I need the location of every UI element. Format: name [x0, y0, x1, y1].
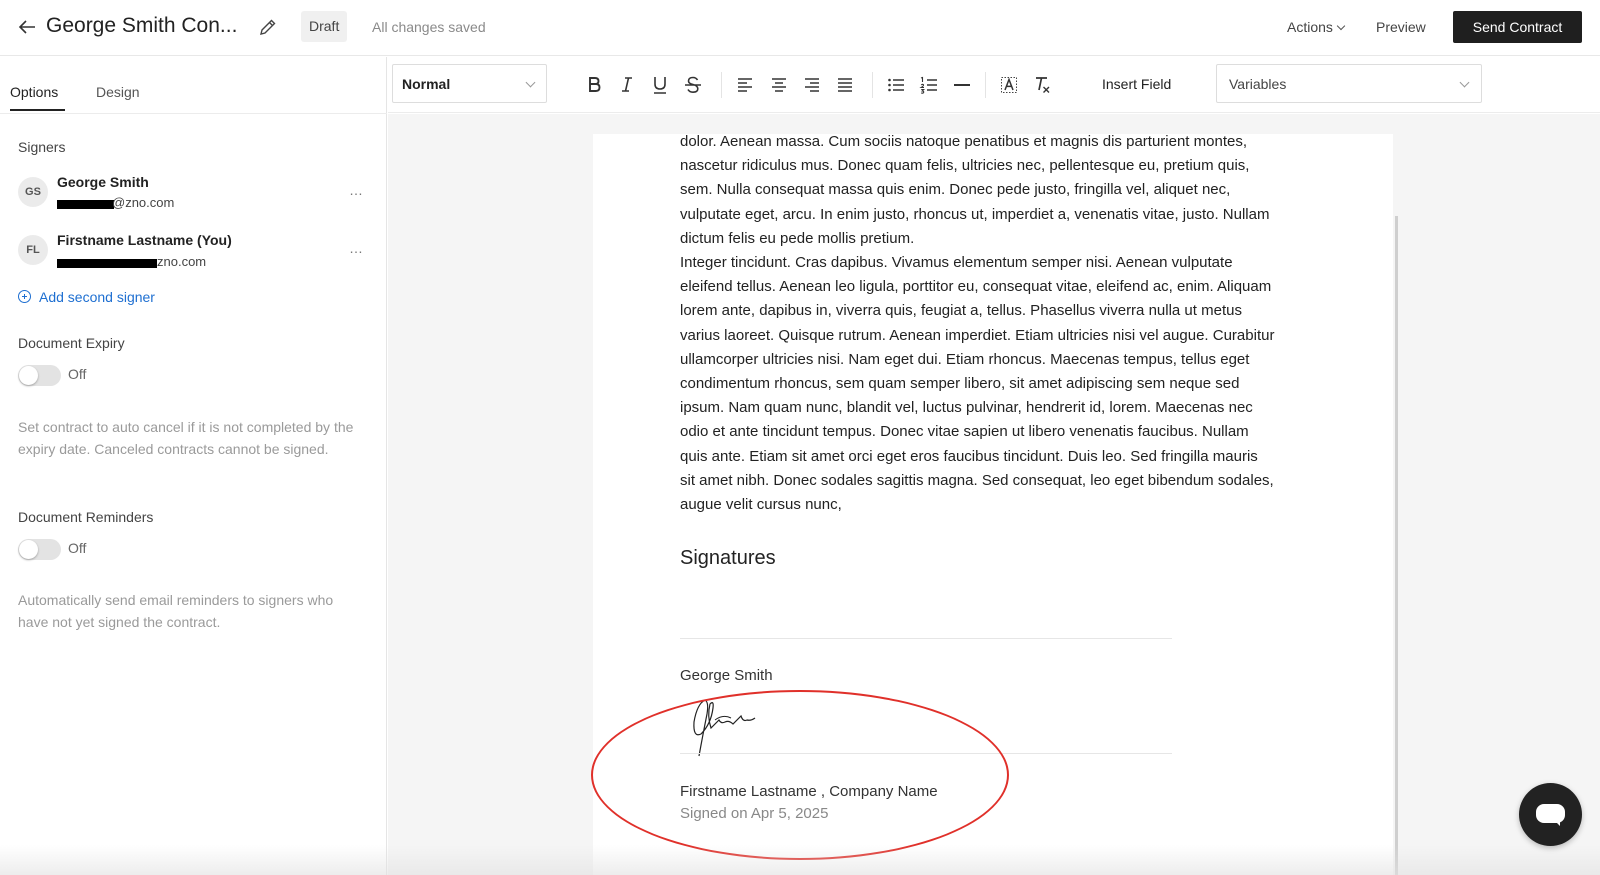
italic-icon[interactable] [616, 74, 638, 96]
text-line: odio et ante tincidunt tempus. Donec vit… [680, 423, 1249, 441]
options-sidebar: Options Design Signers GS George Smith @… [0, 57, 387, 875]
text-line: augue velit cursus nunc, [680, 496, 842, 514]
document-reminders-heading: Document Reminders [18, 509, 154, 525]
signer-email: zno.com [157, 254, 207, 269]
align-right-icon[interactable] [801, 74, 823, 96]
signer-more-icon[interactable]: … [349, 240, 363, 256]
chevron-down-icon [525, 77, 536, 88]
document-reminders-toggle[interactable] [18, 539, 61, 560]
sidebar-tabs: Options Design [0, 57, 387, 114]
reminders-help-text: Automatically send email reminders to si… [18, 592, 334, 630]
align-center-icon[interactable] [768, 74, 790, 96]
text-line: dictum felis eu pede mollis pretium. [680, 229, 915, 247]
document-page[interactable]: dolor. Aenean massa. Cum sociis natoque … [593, 133, 1393, 875]
bullet-list-icon[interactable] [885, 74, 907, 96]
variables-select[interactable]: Variables [1216, 64, 1482, 103]
signer-more-icon[interactable]: … [349, 182, 363, 198]
underline-icon[interactable] [649, 74, 671, 96]
toolbar-divider [985, 72, 986, 98]
tab-options[interactable]: Options [10, 84, 58, 100]
text-line: dolor. Aenean massa. Cum sociis natoque … [680, 133, 1247, 150]
highlight-icon[interactable] [998, 74, 1020, 96]
bold-icon[interactable] [583, 74, 605, 96]
text-line: vulputate eget, arcu. In enim justo, rho… [680, 205, 1270, 223]
edit-pencil-icon[interactable] [258, 17, 278, 37]
avatar: FL [18, 235, 48, 265]
add-second-signer-button[interactable]: Add second signer [18, 289, 155, 305]
tab-design[interactable]: Design [96, 84, 140, 100]
text-line: quis ante. Etiam sit amet orci eget eros… [680, 447, 1258, 465]
text-line: Integer tincidunt. Cras dapibus. Vivamus… [680, 254, 1233, 272]
top-bar: George Smith Con... Draft All changes sa… [0, 0, 1600, 56]
numbered-list-icon[interactable] [918, 74, 940, 96]
toolbar-divider [721, 72, 722, 98]
back-arrow-icon[interactable] [16, 16, 38, 38]
handwritten-signature [693, 699, 756, 757]
strikethrough-icon[interactable] [682, 74, 704, 96]
add-circle-icon [18, 290, 31, 303]
save-status-text: All changes saved [372, 19, 486, 35]
signature-full-name: Firstname Lastname , Company Name [680, 783, 938, 800]
toggle-knob [19, 366, 38, 385]
text-line: nascetur ridiculus mus. Donec quam felis… [680, 157, 1250, 175]
align-justify-icon[interactable] [834, 74, 856, 96]
document-canvas: dolor. Aenean massa. Cum sociis natoque … [388, 114, 1600, 875]
signatures-heading: Signatures [680, 547, 776, 569]
preview-button[interactable]: Preview [1376, 19, 1426, 35]
vertical-scrollbar[interactable] [1395, 216, 1398, 875]
actions-label: Actions [1287, 19, 1333, 35]
expiry-help-text: Set contract to auto cancel if it is not… [18, 419, 354, 457]
document-expiry-heading: Document Expiry [18, 335, 125, 351]
clear-format-icon[interactable] [1031, 74, 1053, 96]
editor-toolbar: Normal Insert Field Variables [388, 57, 1600, 113]
text-line: varius laoreet. Quisque rutrum. Aenean i… [680, 326, 1275, 344]
signer-email: @zno.com [112, 195, 175, 210]
text-line: lorem ante, dapibus in, viverra quis, fe… [680, 302, 1242, 320]
toolbar-divider [872, 72, 873, 98]
signer-name: Firstname Lastname (You) [57, 232, 232, 248]
avatar: GS [18, 177, 48, 207]
text-line: condimentum rhoncus, sem quam semper lib… [680, 375, 1240, 393]
send-contract-button[interactable]: Send Contract [1453, 11, 1582, 43]
text-line: eleifend tellus. Aenean leo ligula, port… [680, 278, 1272, 296]
chat-bubble-tail [1553, 819, 1560, 826]
horizontal-rule-icon[interactable] [951, 74, 973, 96]
reminders-toggle-state: Off [68, 540, 87, 556]
add-signer-label: Add second signer [39, 289, 155, 305]
text-line: ipsum. Nam quam nunc, blandit vel, luctu… [680, 399, 1253, 417]
document-title[interactable]: George Smith Con... [46, 14, 237, 38]
insert-field-button[interactable]: Insert Field [1102, 76, 1171, 92]
document-expiry-toggle[interactable] [18, 365, 61, 386]
chat-support-button[interactable] [1519, 783, 1582, 846]
align-left-icon[interactable] [734, 74, 756, 96]
text-line: sit amet nibh. Donec sodales sagittis ma… [680, 471, 1274, 489]
chevron-down-icon [1459, 77, 1470, 88]
signature-divider [680, 753, 1172, 754]
signers-heading: Signers [18, 139, 66, 155]
redaction-bar [57, 200, 114, 209]
expiry-toggle-state: Off [68, 366, 87, 382]
draft-status-badge: Draft [301, 11, 348, 42]
signature-date: Signed on Apr 5, 2025 [680, 805, 829, 822]
text-style-select[interactable]: Normal [392, 64, 547, 103]
text-line: ullamcorper ultricies nisi. Nam eget dui… [680, 350, 1250, 368]
actions-dropdown[interactable]: Actions [1287, 19, 1346, 35]
redaction-bar [57, 259, 157, 268]
chat-bubble-icon [1536, 804, 1565, 823]
signature-divider [680, 638, 1172, 639]
signer-name: George Smith [57, 174, 149, 190]
variables-value: Variables [1229, 76, 1287, 92]
active-tab-indicator [10, 109, 65, 111]
text-line: sem. Nulla consequat massa quis enim. Do… [680, 181, 1231, 199]
signature-signer-name: George Smith [680, 667, 773, 684]
chevron-down-icon [1336, 21, 1346, 31]
document-body-text[interactable]: dolor. Aenean massa. Cum sociis natoque … [680, 130, 1320, 517]
toggle-knob [19, 540, 38, 559]
text-style-value: Normal [402, 76, 451, 92]
